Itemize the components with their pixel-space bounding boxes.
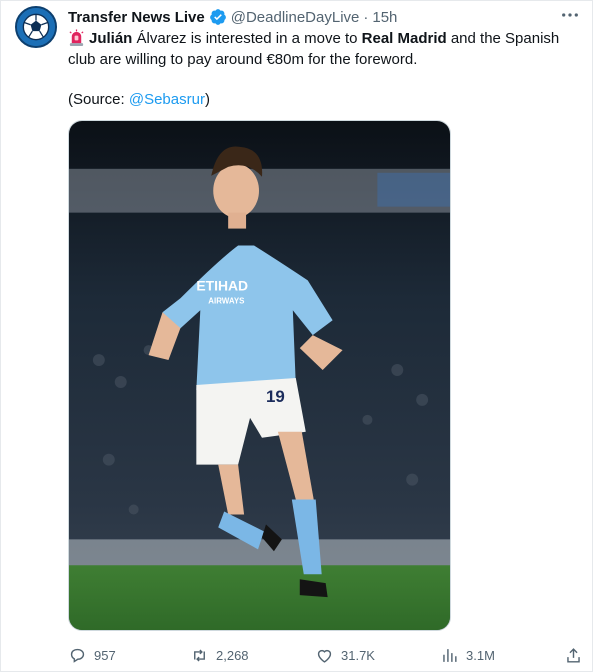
club-name-bold: Real Madrid <box>361 30 447 47</box>
tweet-header: Transfer News Live @DeadlineDayLive · 15… <box>68 7 578 27</box>
like-count: 31.7K <box>341 647 375 663</box>
source-mention-link[interactable]: @Sebasrur <box>129 91 205 108</box>
source-prefix: (Source: <box>68 91 129 108</box>
more-options-icon[interactable] <box>560 8 580 24</box>
views-count: 3.1M <box>466 647 495 663</box>
heart-icon <box>317 649 332 663</box>
like-button[interactable]: 31.7K <box>315 644 375 666</box>
tweet-card[interactable]: Transfer News Live @DeadlineDayLive · 15… <box>0 0 593 672</box>
timestamp[interactable]: 15h <box>372 9 397 26</box>
shirt-sponsor-line1: ETIHAD <box>196 277 248 293</box>
retweet-icon <box>194 648 205 662</box>
author-handle[interactable]: @DeadlineDayLive <box>231 9 360 26</box>
views-button[interactable]: 3.1M <box>440 644 495 666</box>
football-player-photo: 19 ETIHAD AIRWAYS <box>69 121 450 630</box>
reply-count: 957 <box>94 647 116 663</box>
police-light-emoji-icon <box>69 29 84 46</box>
player-name-bold: Julián <box>89 30 133 47</box>
share-icon <box>567 647 580 663</box>
reply-button[interactable]: 957 <box>68 644 116 666</box>
avatar[interactable] <box>15 6 57 48</box>
shirt-sponsor-line2: AIRWAYS <box>208 296 244 305</box>
share-button[interactable] <box>564 644 583 666</box>
tweet-media-image[interactable]: 19 ETIHAD AIRWAYS <box>68 120 451 631</box>
soccer-ball-icon <box>17 8 55 46</box>
tweet-actions-bar: 957 2,268 31.7K 3.1M <box>68 644 582 666</box>
reply-icon <box>70 648 85 663</box>
retweet-button[interactable]: 2,268 <box>190 644 249 666</box>
shirt-number: 19 <box>266 387 285 406</box>
separator-dot: · <box>363 8 369 26</box>
tweet-text-segment: Álvarez is interested in a move to <box>132 30 362 47</box>
verified-badge-icon <box>209 9 226 25</box>
tweet-text: Julián Álvarez is interested in a move t… <box>68 28 578 70</box>
tweet-source-line: (Source: @Sebasrur) <box>68 89 210 110</box>
retweet-count: 2,268 <box>216 647 249 663</box>
source-suffix: ) <box>204 91 210 108</box>
views-chart-icon <box>443 648 457 662</box>
display-name[interactable]: Transfer News Live <box>68 9 205 26</box>
